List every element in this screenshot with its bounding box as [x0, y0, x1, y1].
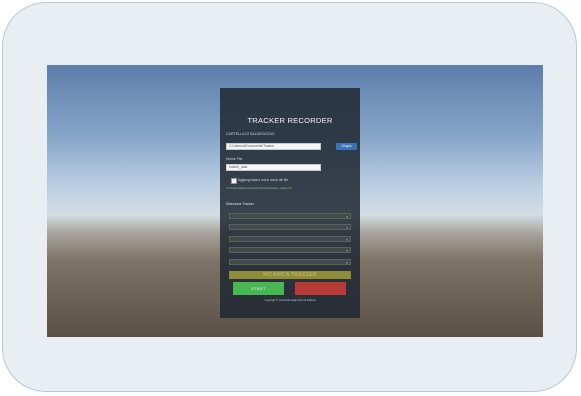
browse-button[interactable]: Sfoglia — [336, 143, 357, 150]
start-button[interactable]: START — [233, 282, 284, 295]
tracker-dropdown-5[interactable]: ▾ — [229, 259, 351, 265]
tracker-dropdown-1[interactable]: ▾ — [229, 213, 351, 219]
timestamp-checkbox[interactable] — [231, 178, 237, 184]
chevron-down-icon: ▾ — [346, 249, 348, 253]
reload-trackers-button[interactable]: RICARICA TRACKER — [229, 271, 351, 279]
file-name-input[interactable]: tracker_data — [226, 164, 321, 171]
save-folder-label: CARTELLA DI SALVATAGGIO — [226, 132, 275, 136]
tracker-dropdown-4[interactable]: ▾ — [229, 247, 351, 253]
timestamp-option[interactable]: Aggiungi data e ora al nome del file — [231, 178, 351, 184]
footer-copyright: Copyright © Università degli Studi di Pa… — [264, 299, 316, 302]
chevron-down-icon: ▾ — [346, 215, 348, 219]
stop-button[interactable] — [295, 282, 346, 295]
timestamp-checkbox-label: Aggiungi data e ora al nome del file — [238, 178, 288, 182]
chevron-down-icon: ▾ — [346, 238, 348, 242]
file-name-label: Nome File — [226, 157, 243, 161]
tracker-dropdown-3[interactable]: ▾ — [229, 236, 351, 242]
tracker-section-label: Seleziona Tracker — [226, 202, 255, 206]
chevron-down-icon: ▾ — [346, 261, 348, 265]
chevron-down-icon: ▾ — [346, 226, 348, 230]
save-folder-input[interactable]: C:/Users/a/Documents/Tracker — [226, 143, 321, 150]
rounded-frame: TRACKER RECORDER CARTELLA DI SALVATAGGIO… — [2, 2, 577, 392]
path-preview: C:/Users/a/Documents/Tracker/tracker_dat… — [226, 186, 292, 190]
app-title: TRACKER RECORDER — [247, 116, 333, 125]
tracker-recorder-panel: TRACKER RECORDER CARTELLA DI SALVATAGGIO… — [220, 88, 360, 318]
app-viewport: TRACKER RECORDER CARTELLA DI SALVATAGGIO… — [47, 65, 543, 337]
tracker-dropdown-2[interactable]: ▾ — [229, 224, 351, 230]
